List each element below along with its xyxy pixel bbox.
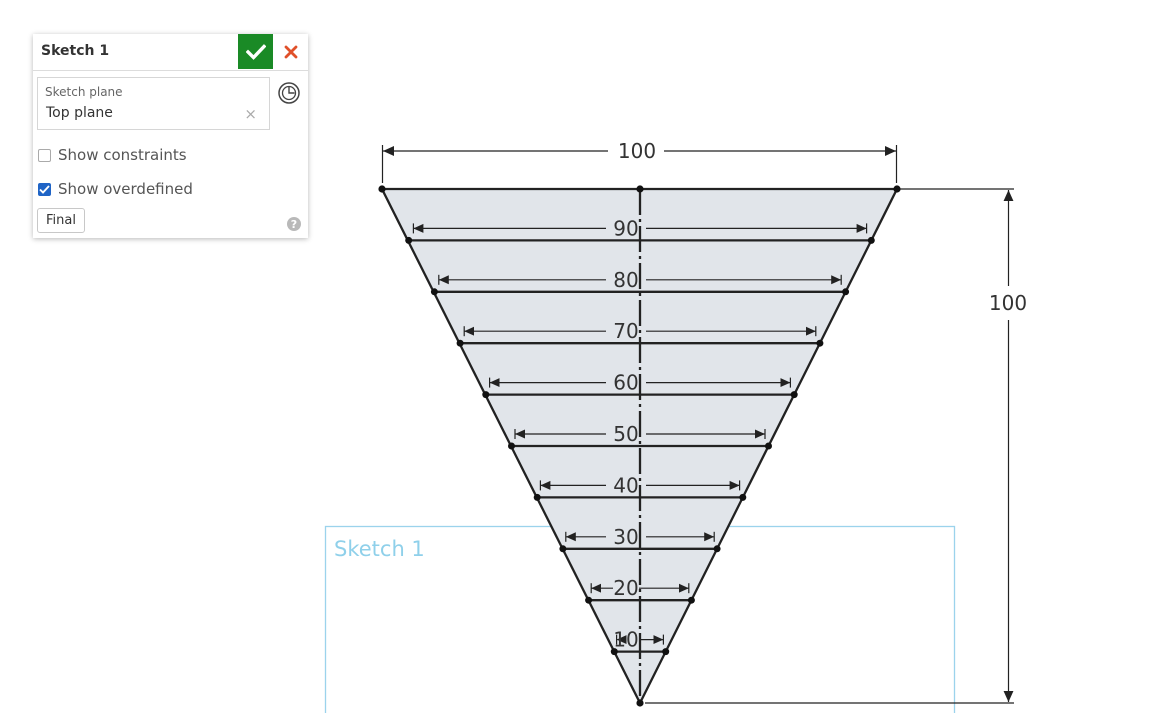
line-endpoint[interactable]: [456, 339, 464, 347]
vertex-point[interactable]: [378, 185, 386, 193]
width-dimension-value: 30: [613, 525, 638, 549]
width-dimension-value: 20: [613, 576, 638, 600]
width-dimension-value: 70: [613, 319, 638, 343]
width-dimension-value: 60: [613, 371, 638, 395]
width-dimension-value: 50: [613, 422, 638, 446]
top-width-dimension[interactable]: 100: [381, 139, 898, 183]
line-endpoint[interactable]: [662, 648, 670, 656]
line-endpoint[interactable]: [739, 493, 747, 501]
line-endpoint[interactable]: [713, 545, 721, 553]
line-endpoint[interactable]: [842, 288, 850, 296]
line-endpoint[interactable]: [687, 596, 695, 604]
top-width-value: 100: [618, 139, 656, 163]
line-endpoint[interactable]: [559, 545, 567, 553]
width-dimension-value: 10: [613, 628, 638, 652]
width-dimension-value: 40: [613, 473, 638, 497]
height-value: 100: [989, 291, 1027, 315]
line-endpoint[interactable]: [816, 339, 824, 347]
vertex-point[interactable]: [636, 699, 644, 707]
line-endpoint[interactable]: [765, 442, 772, 450]
line-endpoint[interactable]: [585, 596, 593, 604]
line-endpoint[interactable]: [533, 493, 541, 501]
vertex-point[interactable]: [636, 185, 644, 193]
width-dimension-value: 90: [613, 216, 638, 240]
line-endpoint[interactable]: [867, 236, 875, 244]
line-endpoint[interactable]: [405, 236, 413, 244]
line-endpoint[interactable]: [508, 442, 515, 450]
line-endpoint[interactable]: [790, 391, 798, 399]
line-endpoint[interactable]: [430, 288, 438, 296]
width-dimension-value: 80: [613, 268, 638, 292]
sketch-canvas[interactable]: 100 100 90 80 70 60 50 40 30 20 10 Sketch 1: [0, 0, 1160, 713]
vertex-point[interactable]: [893, 185, 901, 193]
line-endpoint[interactable]: [610, 648, 618, 656]
line-endpoint[interactable]: [482, 391, 490, 399]
sketch-name-label: Sketch 1: [334, 537, 425, 561]
